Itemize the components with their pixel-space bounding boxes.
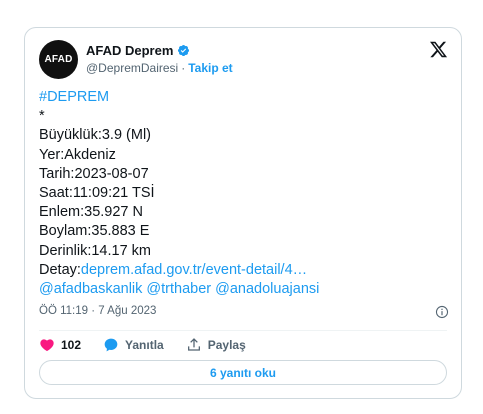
avatar[interactable]: AFAD xyxy=(39,40,78,79)
share-label: Paylaş xyxy=(207,338,246,352)
body-line-asterisk: * xyxy=(39,108,45,125)
heart-icon xyxy=(40,339,54,352)
detail-label: Detay: xyxy=(39,261,81,278)
verified-badge-icon xyxy=(177,44,190,57)
author-name-line: AFAD Deprem xyxy=(86,43,190,58)
reply-bubble-icon xyxy=(104,338,118,352)
author-display-name[interactable]: AFAD Deprem xyxy=(86,43,173,58)
body-line-detail: Detay:deprem.afad.gov.tr/event-detail/4… xyxy=(39,261,449,280)
separator-dot: · xyxy=(181,61,186,75)
like-button[interactable]: 102 xyxy=(39,337,81,353)
hashtag-link[interactable]: #DEPREM xyxy=(39,88,449,107)
tweet-body: #DEPREM * Büyüklük:3.9 (Ml) Yer:Akdeniz … xyxy=(39,88,449,299)
body-line-magnitude: Büyüklük:3.9 (Ml) xyxy=(39,127,152,144)
detail-link[interactable]: deprem.afad.gov.tr/event-detail/4… xyxy=(81,262,307,278)
mentions-link[interactable]: @afadbaskanlik @trthaber @anadoluajansi xyxy=(39,280,449,299)
author-handle[interactable]: @DepremDairesi xyxy=(86,61,178,75)
like-count: 102 xyxy=(61,338,82,352)
action-bar: 102 Yanıtla Paylaş xyxy=(39,337,268,353)
avatar-logo-text: AFAD xyxy=(44,54,73,65)
cropped-top-text xyxy=(0,0,483,10)
read-replies-label: 6 yanıtı oku xyxy=(209,365,277,380)
read-replies-button[interactable]: 6 yanıtı oku xyxy=(39,360,447,385)
author-handle-line: @DepremDairesi · Takip et xyxy=(86,61,233,75)
share-icon xyxy=(187,338,200,351)
body-line-longitude: Boylam:35.883 E xyxy=(39,223,150,240)
body-line-time: Saat:11:09:21 TSİ xyxy=(39,185,155,202)
embedded-tweet-card[interactable]: AFAD AFAD Deprem @DepremDairesi · Takip et… xyxy=(24,27,462,399)
body-line-depth: Derinlik:14.17 km xyxy=(39,242,152,259)
reply-button[interactable]: Yanıtla xyxy=(103,337,164,353)
follow-link[interactable]: Takip et xyxy=(188,61,232,75)
body-line-date: Tarih:2023-08-07 xyxy=(39,165,149,182)
reply-label: Yanıtla xyxy=(125,338,164,352)
x-logo-icon[interactable] xyxy=(429,40,448,59)
share-button[interactable]: Paylaş xyxy=(186,337,246,353)
divider xyxy=(39,330,447,331)
body-line-location: Yer:Akdeniz xyxy=(39,146,116,163)
info-icon[interactable] xyxy=(435,305,449,319)
body-line-latitude: Enlem:35.927 N xyxy=(39,204,143,221)
tweet-timestamp[interactable]: ÖÖ 11:19 · 7 Ağu 2023 xyxy=(39,305,156,317)
